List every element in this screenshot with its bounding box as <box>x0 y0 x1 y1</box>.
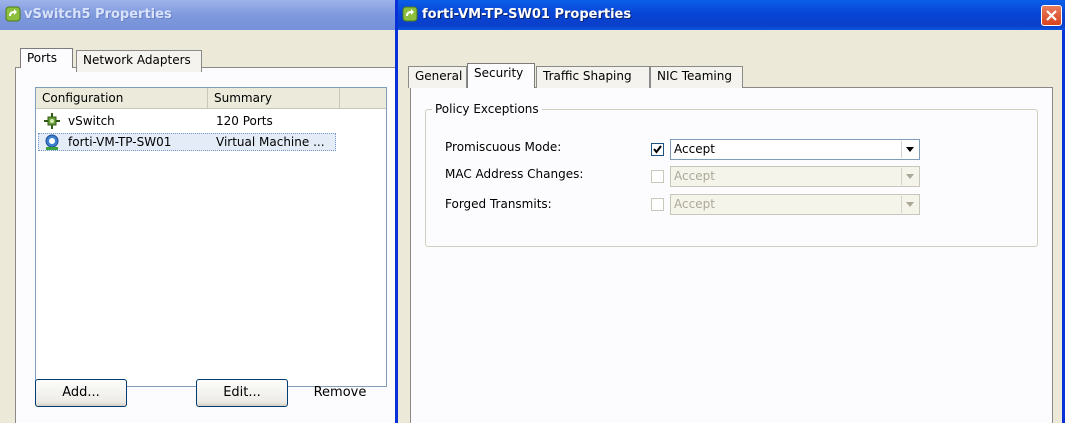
tab-security-label: Security <box>474 66 524 80</box>
list-item[interactable]: vSwitch 120 Ports <box>38 111 338 131</box>
row-configuration: vSwitch <box>68 114 115 128</box>
tab-security[interactable]: Security <box>467 63 535 88</box>
forged-transmits-value: Accept <box>674 197 715 211</box>
row-configuration: forti-VM-TP-SW01 <box>68 135 172 149</box>
promiscuous-mode-label: Promiscuous Mode: <box>445 140 562 154</box>
mac-address-changes-label: MAC Address Changes: <box>445 167 584 181</box>
list-item[interactable]: forti-VM-TP-SW01 Virtual Machine ... <box>38 132 338 152</box>
mac-address-changes-select[interactable]: Accept <box>670 166 920 187</box>
tab-network-adapters[interactable]: Network Adapters <box>76 50 202 72</box>
tab-ports[interactable]: Ports <box>20 48 73 68</box>
vswitch-properties-window: vSwitch5 Properties Ports Network Adapte… <box>0 0 395 423</box>
tab-traffic-shaping[interactable]: Traffic Shaping <box>536 66 650 88</box>
tab-traffic-shaping-label: Traffic Shaping <box>543 69 632 83</box>
tab-ports-label: Ports <box>27 51 58 65</box>
promiscuous-mode-select[interactable]: Accept <box>670 139 920 160</box>
tab-general[interactable]: General <box>408 66 467 88</box>
right-title-bar[interactable]: forti-VM-TP-SW01 Properties <box>398 0 1065 30</box>
vsphere-app-icon <box>402 6 418 22</box>
forged-transmits-checkbox[interactable] <box>651 198 664 211</box>
column-summary-label: Summary <box>214 91 272 105</box>
edit-button[interactable]: Edit... <box>196 379 288 407</box>
column-header-summary[interactable]: Summary <box>208 88 340 108</box>
column-configuration-label: Configuration <box>42 91 124 105</box>
column-header-configuration[interactable]: Configuration <box>36 88 208 108</box>
tab-network-adapters-label: Network Adapters <box>83 53 191 67</box>
policy-exceptions-title: Policy Exceptions <box>432 102 542 116</box>
checkmark-icon <box>653 145 662 154</box>
close-button[interactable] <box>1041 5 1062 26</box>
right-window-title: forti-VM-TP-SW01 Properties <box>422 7 632 22</box>
left-window-title: vSwitch5 Properties <box>24 7 172 22</box>
dropdown-arrow-icon[interactable] <box>901 168 918 185</box>
virtual-machine-port-group-icon <box>44 134 60 150</box>
port-list[interactable]: Configuration Summary vSwitch 120 Ports … <box>35 87 387 387</box>
vswitch-icon <box>44 113 60 129</box>
tab-nic-teaming-label: NIC Teaming <box>657 69 732 83</box>
list-header: Configuration Summary <box>36 88 386 109</box>
forged-transmits-select[interactable]: Accept <box>670 194 920 215</box>
mac-address-changes-checkbox[interactable] <box>651 170 664 183</box>
mac-address-changes-value: Accept <box>674 169 715 183</box>
dropdown-arrow-icon[interactable] <box>901 141 918 158</box>
promiscuous-mode-checkbox[interactable] <box>651 143 664 156</box>
add-button[interactable]: Add... <box>35 379 127 407</box>
row-summary: 120 Ports <box>216 114 273 128</box>
tab-general-label: General <box>415 69 463 83</box>
left-title-bar[interactable]: vSwitch5 Properties <box>0 0 395 30</box>
remove-button[interactable]: Remove <box>294 379 386 407</box>
close-icon <box>1046 10 1057 21</box>
tab-nic-teaming[interactable]: NIC Teaming <box>650 66 743 88</box>
row-summary: Virtual Machine ... <box>216 135 325 149</box>
port-group-properties-window: forti-VM-TP-SW01 Properties Policy Excep… <box>395 0 1065 423</box>
dropdown-arrow-icon[interactable] <box>901 196 918 213</box>
security-tab-panel: Policy Exceptions <box>410 87 1053 423</box>
promiscuous-mode-value: Accept <box>674 142 715 156</box>
forged-transmits-label: Forged Transmits: <box>445 197 552 211</box>
vsphere-app-icon <box>5 6 21 22</box>
